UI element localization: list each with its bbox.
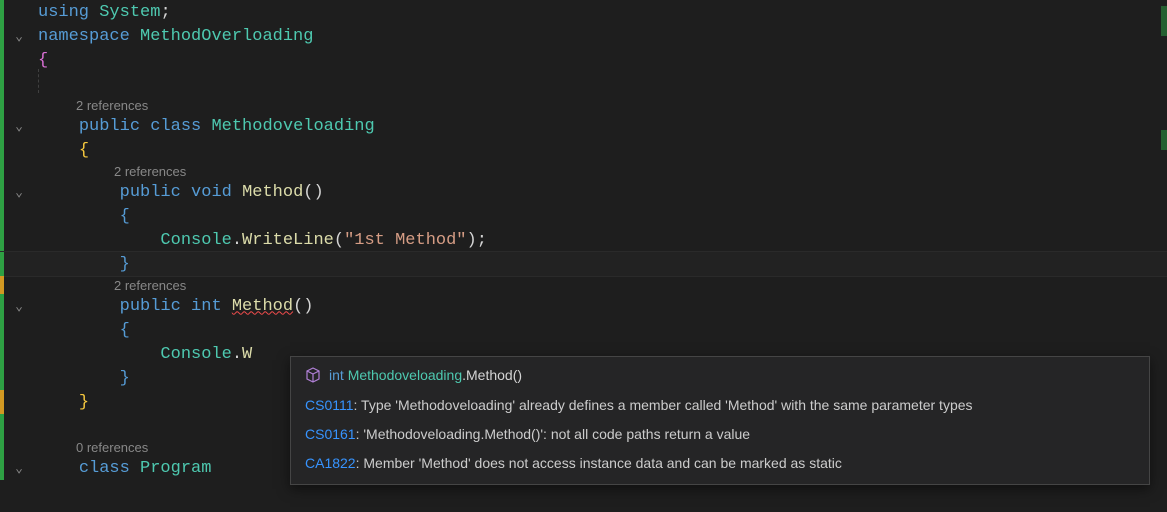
code-line[interactable]: { bbox=[0, 204, 1167, 228]
code-line-current[interactable]: } bbox=[0, 252, 1167, 276]
diagnostic-row: CS0111: Type 'Methodoveloading' already … bbox=[305, 395, 1135, 416]
type-system: System bbox=[99, 3, 160, 22]
method-name: Method bbox=[242, 183, 303, 202]
fold-toggle-icon[interactable]: ⌄ bbox=[15, 119, 23, 134]
code-line[interactable]: using System; bbox=[0, 0, 1167, 24]
diagnostic-code-link[interactable]: CA1822 bbox=[305, 455, 356, 471]
diagnostic-row: CA1822: Member 'Method' does not access … bbox=[305, 453, 1135, 474]
fold-toggle-icon[interactable]: ⌄ bbox=[15, 461, 23, 476]
code-line[interactable]: { bbox=[0, 48, 1167, 72]
diagnostic-code-link[interactable]: CS0111 bbox=[305, 397, 354, 413]
codelens-references[interactable]: 2 references bbox=[0, 162, 1167, 180]
diagnostic-code-link[interactable]: CS0161 bbox=[305, 426, 356, 442]
fold-toggle-icon[interactable]: ⌄ bbox=[15, 185, 23, 200]
tooltip-signature: int Methodoveloading.Method() bbox=[305, 367, 1135, 383]
code-line[interactable]: { bbox=[0, 318, 1167, 342]
method-name-error: Method bbox=[232, 297, 293, 316]
class-name: Program bbox=[140, 459, 211, 478]
namespace-name: MethodOverloading bbox=[140, 27, 313, 46]
code-line[interactable]: ⌄ namespace MethodOverloading bbox=[0, 24, 1167, 48]
class-name: Methodoveloading bbox=[211, 117, 374, 136]
diagnostic-row: CS0161: 'Methodoveloading.Method()': not… bbox=[305, 424, 1135, 445]
keyword-using: using bbox=[38, 3, 89, 22]
code-line[interactable]: Console.WriteLine("1st Method"); bbox=[0, 228, 1167, 252]
codelens-references[interactable]: 2 references bbox=[0, 276, 1167, 294]
code-line[interactable]: ⌄ public class Methodoveloading bbox=[0, 114, 1167, 138]
fold-toggle-icon[interactable]: ⌄ bbox=[15, 29, 23, 44]
hover-tooltip: int Methodoveloading.Method() CS0111: Ty… bbox=[290, 356, 1150, 485]
code-line[interactable] bbox=[0, 72, 1167, 96]
code-line[interactable]: { bbox=[0, 138, 1167, 162]
code-line[interactable]: ⌄ public void Method() bbox=[0, 180, 1167, 204]
overview-ruler-marker[interactable] bbox=[1161, 130, 1167, 150]
codelens-references[interactable]: 2 references bbox=[0, 96, 1167, 114]
overview-ruler-marker[interactable] bbox=[1161, 6, 1167, 36]
method-cube-icon bbox=[305, 367, 321, 383]
brace-open: { bbox=[38, 51, 48, 70]
code-editor[interactable]: using System; ⌄ namespace MethodOverload… bbox=[0, 0, 1167, 512]
fold-toggle-icon[interactable]: ⌄ bbox=[15, 299, 23, 314]
code-line[interactable]: ⌄ public int Method() bbox=[0, 294, 1167, 318]
keyword-namespace: namespace bbox=[38, 27, 130, 46]
